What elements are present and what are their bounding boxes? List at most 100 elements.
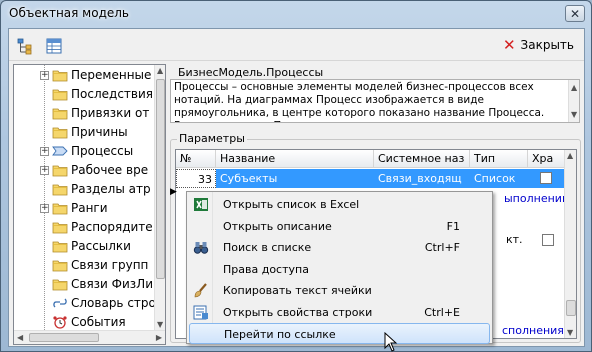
folder-icon [52, 277, 68, 291]
menu-item-label: Копировать текст ячейки [223, 284, 372, 297]
tree-structure-icon[interactable] [16, 37, 34, 55]
tree-item[interactable]: Связи групп [14, 256, 154, 275]
description-scrollbar[interactable]: ▲ ▼ [568, 80, 579, 122]
folder-icon [52, 87, 68, 101]
description-text: Процессы – основные элементы моделей биз… [174, 81, 545, 122]
grid-scroll-thumb[interactable] [566, 300, 576, 316]
parameters-group-title: Параметры [177, 132, 247, 145]
expand-icon[interactable]: + [40, 166, 49, 175]
folder-icon [52, 106, 68, 120]
menu-item[interactable]: Права доступа [189, 259, 490, 280]
tree-hscroll-thumb[interactable] [29, 333, 99, 342]
folder-icon [52, 163, 68, 177]
menu-item-label: Открыть свойства строки [223, 305, 373, 319]
object-tree[interactable]: + Переменные Последствия Привязки от Причины… [13, 64, 166, 345]
folder-icon [52, 68, 68, 82]
expand-icon[interactable]: + [40, 147, 49, 156]
tree-item-label: Рабочее вре [71, 163, 149, 177]
col-header-number[interactable]: № [176, 150, 216, 168]
menu-item-shortcut: F1 [446, 219, 460, 233]
expand-icon[interactable]: + [40, 204, 49, 213]
tree-item-label: Словарь стро [71, 296, 156, 310]
scroll-down-icon[interactable]: ▼ [571, 108, 577, 121]
peek-text-1: ыполнении [504, 192, 570, 205]
description-text-box[interactable]: Процессы – основные элементы моделей биз… [170, 79, 580, 123]
menu-item[interactable]: Открыть свойства строки Ctrl+E [189, 302, 490, 323]
window-title: Объектная модель [9, 6, 129, 20]
description-group-title: БизнесМодель.Процессы [176, 66, 326, 79]
scroll-down-icon[interactable]: ▼ [567, 328, 573, 337]
tree-item[interactable]: + Процессы [14, 142, 154, 161]
binoculars-icon [193, 240, 209, 255]
tree-item-label: Причины [71, 125, 128, 139]
tree-item[interactable]: Последствия [14, 85, 154, 104]
tree-item-label: Распорядите [71, 220, 153, 234]
scroll-right-icon[interactable]: ▶ [156, 333, 162, 342]
grid-header: № Название Системное наз Тип Хра [176, 150, 565, 168]
scroll-up-icon[interactable]: ▲ [567, 151, 573, 160]
tree-horizontal-scrollbar[interactable]: ◀ ▶ [14, 330, 165, 344]
properties-icon [193, 305, 209, 320]
cell-sysname[interactable]: Связи_входящ [374, 169, 470, 188]
tree-item[interactable]: Разделы атр [14, 180, 154, 199]
tree-item[interactable]: + Ранги [14, 199, 154, 218]
cell-number[interactable]: 33 [176, 169, 216, 188]
menu-item-label: Перейти по ссылке [224, 328, 336, 341]
col-header-name[interactable]: Название [216, 150, 374, 168]
table-grid-icon[interactable] [45, 37, 63, 55]
grid-vertical-scrollbar[interactable]: ▲ ▼ [564, 150, 576, 338]
tree-item-label: Связи ФизЛи [71, 277, 153, 291]
cell-name[interactable]: Субъекты [216, 169, 374, 188]
col-header-stored[interactable]: Хра [528, 150, 565, 168]
menu-item[interactable]: Открыть список в Excel [189, 194, 490, 215]
scroll-up-icon[interactable]: ▲ [157, 66, 163, 75]
menu-item[interactable]: Копировать текст ячейки [189, 280, 490, 301]
toolbar: ✕ Закрыть [9, 29, 584, 61]
folder-icon [52, 182, 68, 196]
folder-icon [52, 220, 68, 234]
stored-checkbox[interactable] [540, 172, 552, 184]
context-menu: Открыть список в Excel Открыть описание F1… [186, 191, 493, 344]
process-arrow-icon [52, 144, 68, 158]
expand-icon[interactable]: + [40, 71, 49, 80]
cell-type[interactable]: Список [470, 169, 528, 188]
menu-item[interactable]: Открыть описание F1 [189, 216, 490, 237]
tree-item-label: Рассылки [71, 239, 131, 253]
table-row-selected[interactable]: 33 Субъекты Связи_входящ Список [176, 169, 565, 188]
menu-item-label: Открыть описание [223, 219, 332, 233]
tree-item[interactable]: Привязки от [14, 104, 154, 123]
col-header-sysname[interactable]: Системное наз [374, 150, 470, 168]
tree-item-label: Разделы атр [71, 182, 151, 196]
tree-item[interactable]: Причины [14, 123, 154, 142]
tree-item-label: Связи групп [71, 258, 149, 272]
tree-item[interactable]: Словарь стро [14, 294, 156, 313]
window-close-button[interactable]: ✕ [565, 5, 585, 22]
menu-item[interactable]: Поиск в списке Ctrl+F [189, 237, 490, 258]
menu-item[interactable]: Перейти по ссылке [189, 323, 490, 344]
scroll-up-icon[interactable]: ▲ [571, 81, 577, 94]
stored-checkbox-2[interactable] [542, 234, 554, 246]
menu-item-shortcut: Ctrl+E [424, 305, 460, 319]
tree-vertical-scrollbar[interactable]: ▲ ▼ [154, 65, 165, 330]
close-button[interactable]: ✕ Закрыть [501, 35, 576, 55]
mouse-cursor-icon [384, 332, 398, 352]
tree-item[interactable]: Распорядите [14, 218, 154, 237]
folder-icon [52, 258, 68, 272]
scroll-down-icon[interactable]: ▼ [157, 320, 163, 329]
brush-icon [193, 283, 209, 298]
title-bar[interactable]: Объектная модель ✕ [1, 1, 591, 27]
peek-text-2: кт. [506, 233, 523, 246]
object-model-window: Объектная модель ✕ ✕ Закрыть + Переменны… [0, 0, 592, 352]
scroll-left-icon[interactable]: ◀ [17, 333, 23, 342]
folder-icon [52, 125, 68, 139]
menu-item-shortcut: Ctrl+F [424, 241, 460, 254]
alarm-clock-icon [52, 315, 68, 329]
tree-item[interactable]: + Рабочее вре [14, 161, 154, 180]
tree-item-label: Привязки от [71, 106, 150, 120]
col-header-type[interactable]: Тип [470, 150, 528, 168]
tree-item[interactable]: Рассылки [14, 237, 154, 256]
tree-scroll-thumb[interactable] [156, 79, 165, 279]
cell-stored[interactable] [528, 169, 565, 188]
tree-item[interactable]: Связи ФизЛи [14, 275, 154, 294]
tree-item[interactable]: + Переменные [14, 66, 154, 85]
